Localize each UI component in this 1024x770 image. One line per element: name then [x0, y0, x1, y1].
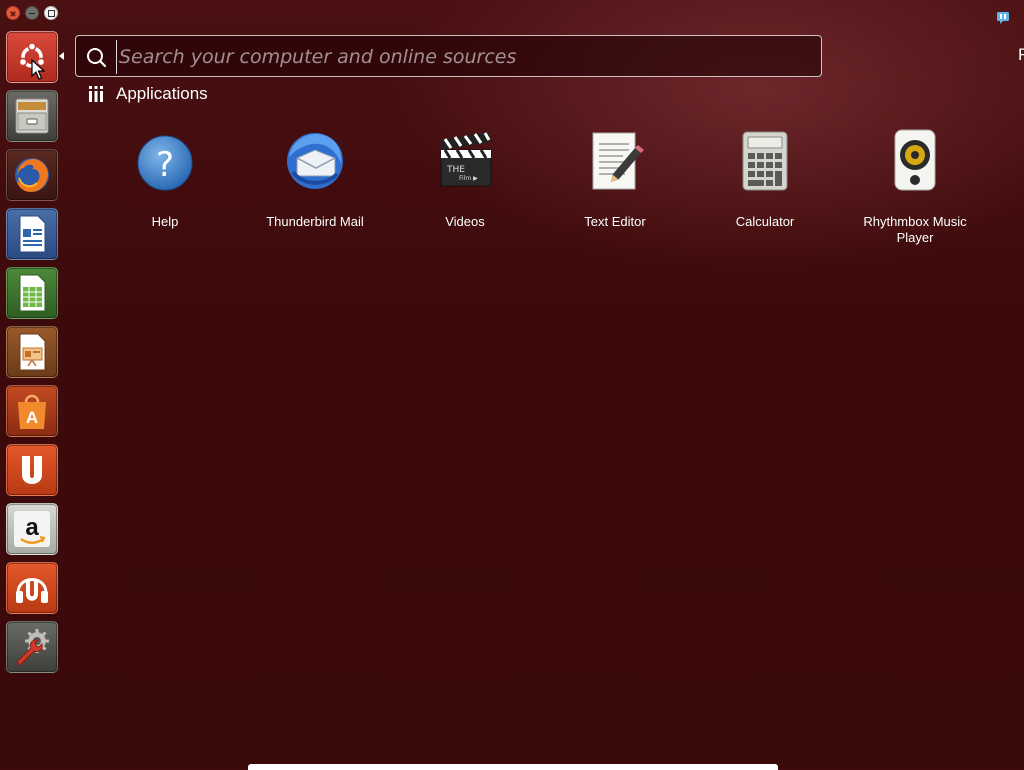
- app-label: Videos: [445, 214, 485, 229]
- firefox-icon: [15, 158, 49, 192]
- category-title: Applications: [116, 84, 208, 103]
- app-result-thunderbird[interactable]: Thunderbird Mail: [240, 128, 390, 230]
- speaker-icon: [894, 129, 936, 191]
- svg-text:Film ▶: Film ▶: [459, 175, 478, 182]
- launcher-software-center[interactable]: A: [6, 385, 58, 437]
- amazon-icon: a: [14, 511, 50, 547]
- filter-bar-edge: [248, 764, 778, 770]
- app-label: Thunderbird Mail: [266, 214, 364, 229]
- search-input[interactable]: [116, 40, 811, 74]
- window-controls: [6, 6, 58, 20]
- calculator-icon: [742, 131, 788, 191]
- maximize-icon[interactable]: [44, 6, 58, 20]
- active-indicator-icon: [59, 52, 64, 60]
- mouse-pointer-icon: [31, 59, 45, 80]
- launcher-writer[interactable]: [6, 208, 58, 260]
- svg-text:A: A: [26, 408, 38, 427]
- clapperboard-icon: THE Film ▶: [440, 132, 492, 187]
- app-label: Text Editor: [584, 214, 646, 229]
- launcher-impress[interactable]: [6, 326, 58, 378]
- file-cabinet-icon: [15, 98, 49, 134]
- app-result-text-editor[interactable]: Text Editor: [540, 128, 690, 230]
- app-result-rhythmbox[interactable]: Rhythmbox Music Player: [840, 128, 990, 246]
- text-editor-icon: [592, 132, 644, 190]
- svg-text:a: a: [25, 514, 39, 541]
- app-label: Rhythmbox Music Player: [863, 214, 967, 245]
- category-header[interactable]: Applications: [88, 84, 208, 104]
- presentation-icon: [19, 333, 46, 371]
- headphones-icon: [16, 578, 48, 603]
- search-icon: [87, 48, 107, 68]
- launcher-ubuntu-one-music[interactable]: [6, 562, 58, 614]
- launcher-firefox[interactable]: [6, 149, 58, 201]
- thunderbird-icon: [287, 133, 343, 189]
- app-label: Help: [151, 214, 179, 229]
- svg-text:THE: THE: [446, 165, 465, 175]
- launcher-ubuntu-one[interactable]: [6, 444, 58, 496]
- launcher: A a: [0, 0, 66, 768]
- minimize-icon[interactable]: [25, 6, 39, 20]
- launcher-amazon[interactable]: a: [6, 503, 58, 555]
- applications-lens-icon: [89, 86, 103, 102]
- help-icon: ?: [137, 135, 193, 191]
- close-icon[interactable]: [6, 6, 20, 20]
- search-bar[interactable]: [75, 35, 822, 77]
- filter-results-label[interactable]: F: [1018, 45, 1024, 65]
- app-result-calculator[interactable]: Calculator: [690, 128, 840, 230]
- document-icon: [19, 215, 46, 253]
- spreadsheet-icon: [19, 274, 46, 312]
- svg-text:?: ?: [156, 145, 174, 185]
- launcher-system-settings[interactable]: [6, 621, 58, 673]
- messaging-indicator-icon[interactable]: [996, 11, 1010, 25]
- app-label: Calculator: [735, 214, 795, 229]
- ubuntu-one-icon: [22, 456, 42, 484]
- app-result-help[interactable]: ? Help: [90, 128, 240, 230]
- dash-background: [0, 0, 1024, 768]
- shopping-bag-icon: A: [18, 394, 46, 429]
- wrench-gear-icon: [16, 629, 49, 666]
- launcher-calc[interactable]: [6, 267, 58, 319]
- launcher-files[interactable]: [6, 90, 58, 142]
- app-result-videos[interactable]: THE Film ▶ Videos: [390, 128, 540, 230]
